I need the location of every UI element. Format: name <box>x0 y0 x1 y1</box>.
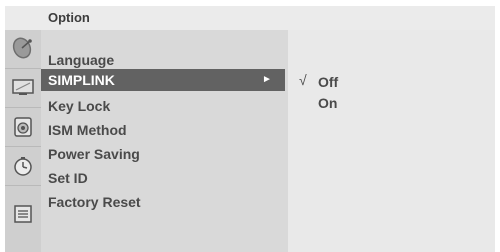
category-audio[interactable] <box>5 108 41 147</box>
menu-item-label: Factory Reset <box>48 194 141 210</box>
menu-item-key-lock[interactable]: Key Lock <box>41 95 288 117</box>
option-menu-panel: Language SIMPLINK ► Key Lock ISM Method … <box>41 30 288 252</box>
menu-item-label: Key Lock <box>48 98 111 114</box>
option-off[interactable]: Off <box>318 72 338 92</box>
time-icon <box>14 157 32 176</box>
menu-item-label: Set ID <box>48 170 88 186</box>
picture-icon <box>12 79 34 95</box>
menu-item-language[interactable]: Language <box>41 49 288 71</box>
satellite-dish-icon <box>12 37 32 59</box>
simplink-submenu-panel: √ Off On <box>288 30 495 252</box>
option-icon <box>14 205 32 223</box>
check-mark-icon: √ <box>299 72 307 88</box>
menu-item-simplink[interactable]: SIMPLINK ► <box>41 69 285 91</box>
category-setup[interactable] <box>5 30 41 69</box>
menu-item-ism-method[interactable]: ISM Method <box>41 119 288 141</box>
menu-item-label: Power Saving <box>48 146 140 162</box>
category-option[interactable] <box>5 186 41 252</box>
menu-item-factory-reset[interactable]: Factory Reset <box>41 191 288 213</box>
title-bar: Option <box>5 6 495 31</box>
submenu-arrow-icon: ► <box>262 74 272 85</box>
osd-screen: Option Language SIMPLINK ► Key Lock ISM … <box>0 0 500 252</box>
menu-item-label: SIMPLINK <box>48 72 115 88</box>
menu-item-set-id[interactable]: Set ID <box>41 167 288 189</box>
audio-icon <box>14 117 32 137</box>
category-picture[interactable] <box>5 69 41 108</box>
menu-title: Option <box>48 10 90 25</box>
menu-item-label: Language <box>48 52 115 68</box>
category-icon-column <box>5 30 42 252</box>
menu-item-power-saving[interactable]: Power Saving <box>41 143 288 165</box>
option-on[interactable]: On <box>318 93 337 113</box>
category-time[interactable] <box>5 147 41 186</box>
menu-item-label: ISM Method <box>48 122 127 138</box>
